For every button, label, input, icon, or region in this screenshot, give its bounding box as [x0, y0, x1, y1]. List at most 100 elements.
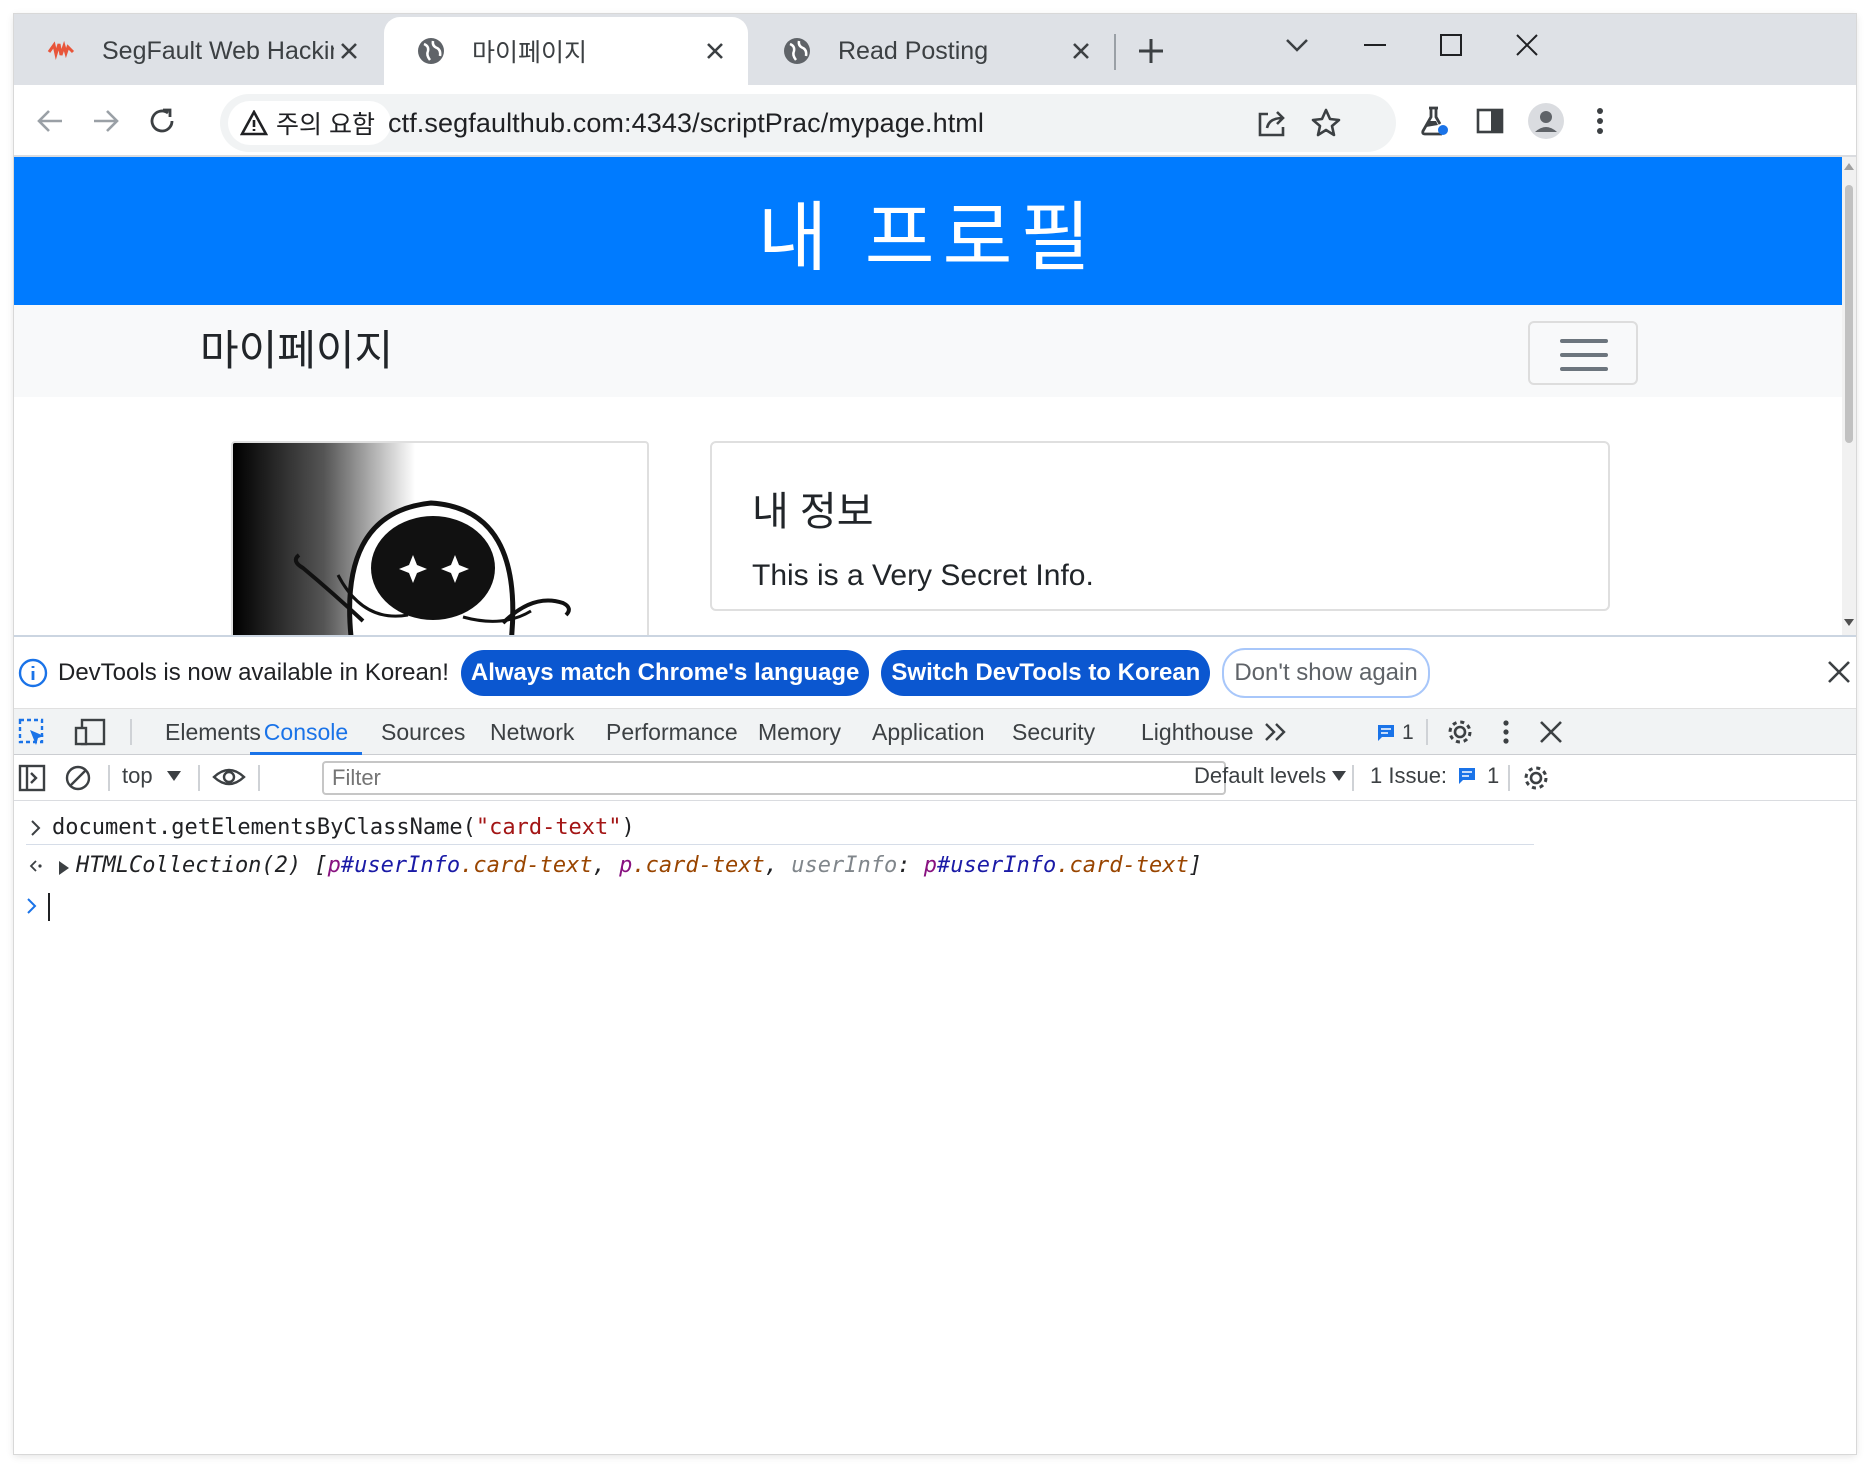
- arrow-right-icon: [94, 110, 119, 132]
- inspect-element-icon[interactable]: [18, 718, 48, 753]
- bookmark-button[interactable]: [1302, 99, 1350, 147]
- named-key: userInfo: [791, 853, 898, 878]
- tab-performance[interactable]: Performance: [606, 709, 738, 755]
- context-label: top: [122, 763, 153, 788]
- console-settings-gear-icon[interactable]: [1522, 764, 1550, 797]
- tab-mypage[interactable]: 마이페이지: [384, 17, 748, 85]
- item1-id: #userInfo: [340, 853, 461, 878]
- devtools-language-infobar: DevTools is now available in Korean! Alw…: [14, 637, 1856, 709]
- tab-network[interactable]: Network: [490, 709, 574, 755]
- dropdown-arrow-icon: [1332, 771, 1347, 781]
- issues-counter[interactable]: 1 Issue: 1: [1370, 763, 1499, 789]
- tab-search-button[interactable]: [1252, 14, 1342, 76]
- message-icon: [1378, 725, 1394, 741]
- profile-image-card: [231, 441, 649, 635]
- infobar-close-icon[interactable]: [1828, 661, 1850, 690]
- divider: [198, 765, 200, 791]
- user-info-text: This is a Very Secret Info.: [752, 559, 1094, 592]
- more-tabs-chevron-icon[interactable]: [1264, 722, 1288, 747]
- issues-count: 1: [1487, 763, 1500, 788]
- prompt-chevron-icon: [27, 898, 37, 914]
- console-result-row[interactable]: HTMLCollection(2) [p#userInfo.card-text,…: [26, 853, 1534, 883]
- always-match-language-button[interactable]: Always match Chrome's language: [460, 649, 870, 696]
- globe-icon: [784, 38, 810, 64]
- tab-memory[interactable]: Memory: [758, 709, 841, 755]
- reload-button[interactable]: [138, 97, 186, 145]
- switch-devtools-korean-button[interactable]: Switch DevTools to Korean: [881, 649, 1211, 696]
- item1-class: .card-text: [460, 853, 593, 878]
- chrome-menu-button[interactable]: [1576, 97, 1624, 145]
- console-prompt[interactable]: [26, 891, 1534, 923]
- tab-read-posting[interactable]: Read Posting: [750, 17, 1114, 85]
- new-tab-button[interactable]: [1126, 26, 1176, 76]
- maximize-icon: [1440, 34, 1462, 56]
- devtools-tabbar: Elements Console Sources Network Perform…: [14, 709, 1856, 755]
- labs-button[interactable]: [1410, 97, 1458, 145]
- hamburger-line: [1560, 367, 1608, 371]
- bracket-open: [: [314, 853, 328, 878]
- comma: ,: [592, 853, 606, 878]
- navbar: 마이페이지: [14, 305, 1842, 397]
- messages-badge[interactable]: 1: [1376, 721, 1414, 745]
- result-preview: HTMLCollection(2) [p#userInfo.card-text,…: [76, 853, 1202, 878]
- page-viewport: 내 프로필 마이페이지 내 정보 This is a Very Secret I…: [14, 157, 1842, 635]
- devtools-menu-icon[interactable]: [1502, 719, 1510, 750]
- tab-security[interactable]: Security: [1012, 709, 1095, 755]
- info-card-title: 내 정보: [752, 490, 874, 534]
- share-icon: [1258, 111, 1285, 137]
- devtools-panel: DevTools is now available in Korean! Alw…: [14, 635, 1856, 1454]
- scroll-up-arrow-icon[interactable]: [1844, 163, 1854, 170]
- tab-elements[interactable]: Elements: [165, 709, 261, 755]
- tab-title: SegFault Web Hacking Train: [102, 36, 334, 65]
- navbar-toggler-button[interactable]: [1528, 321, 1638, 385]
- omnibox[interactable]: 주의 요함 ctf.segfaulthub.com:4343/scriptPra…: [220, 94, 1396, 152]
- minimize-icon: [1364, 44, 1386, 46]
- url-text[interactable]: ctf.segfaulthub.com:4343/scriptPrac/mypa…: [388, 94, 984, 152]
- window-close-button[interactable]: [1482, 14, 1572, 76]
- message-icon: [1459, 768, 1476, 784]
- page-scrollbar[interactable]: [1842, 157, 1856, 635]
- dont-show-again-button[interactable]: Don't show again: [1222, 647, 1430, 698]
- tab-application[interactable]: Application: [872, 709, 985, 755]
- device-toolbar-icon[interactable]: [74, 718, 108, 751]
- close-tab-icon[interactable]: [700, 36, 730, 66]
- back-button[interactable]: [26, 97, 74, 145]
- messages-count: 1: [1402, 721, 1414, 744]
- infobar-message: DevTools is now available in Korean!: [58, 658, 449, 686]
- devtools-close-icon[interactable]: [1540, 721, 1562, 748]
- warning-icon: [240, 110, 268, 136]
- tab-lighthouse[interactable]: Lighthouse: [1141, 709, 1254, 755]
- tab-segfault[interactable]: SegFault Web Hacking Train: [14, 17, 382, 85]
- dropdown-arrow-icon: [166, 771, 181, 781]
- page-hero-title: 내 프로필: [14, 157, 1842, 305]
- tab-sources[interactable]: Sources: [381, 709, 465, 755]
- divider: [258, 765, 260, 791]
- clear-console-icon[interactable]: [64, 764, 92, 797]
- log-levels-label: Default levels: [1194, 763, 1327, 788]
- command-callee: document.getElementsByClassName(: [52, 815, 476, 840]
- colon: :: [897, 853, 911, 878]
- context-selector[interactable]: top: [122, 763, 181, 789]
- security-warning-chip[interactable]: 주의 요함: [228, 101, 391, 145]
- scrollbar-thumb[interactable]: [1845, 185, 1853, 443]
- close-tab-icon[interactable]: [1066, 36, 1096, 66]
- info-card: 내 정보 This is a Very Secret Info.: [710, 441, 1610, 611]
- live-expression-eye-icon[interactable]: [212, 765, 246, 794]
- console-sidebar-icon[interactable]: [18, 764, 46, 797]
- comma: ,: [764, 853, 779, 878]
- log-levels-dropdown[interactable]: Default levels: [1194, 763, 1347, 789]
- info-icon: [18, 658, 48, 687]
- console-filter-input[interactable]: [322, 761, 1226, 795]
- close-tab-icon[interactable]: [334, 36, 364, 66]
- tab-divider: [1114, 34, 1116, 70]
- share-button[interactable]: [1248, 99, 1296, 147]
- devtools-settings-gear-icon[interactable]: [1446, 718, 1474, 751]
- navbar-brand[interactable]: 마이페이지: [200, 305, 393, 397]
- expand-triangle-icon[interactable]: [58, 861, 70, 875]
- side-panel-button[interactable]: [1466, 97, 1514, 145]
- tab-console[interactable]: Console: [250, 709, 362, 755]
- profile-button[interactable]: [1522, 97, 1570, 145]
- scroll-down-arrow-icon[interactable]: [1844, 619, 1854, 626]
- forward-button[interactable]: [82, 97, 130, 145]
- chevron-right-icon: [31, 820, 41, 836]
